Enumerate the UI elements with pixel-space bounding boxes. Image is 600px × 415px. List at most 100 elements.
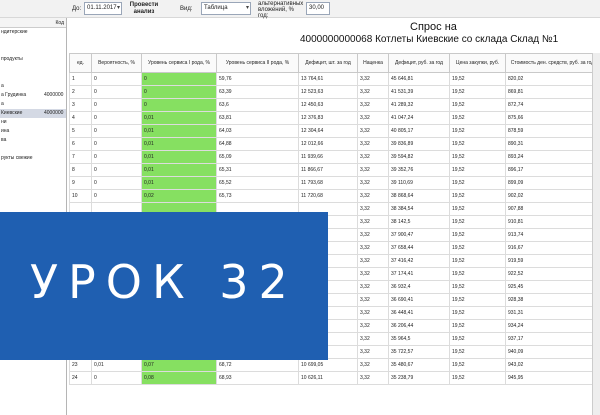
tree-item-label: ндитерские	[1, 29, 28, 35]
table-cell: 893,24	[505, 150, 600, 164]
date-field[interactable]: 01.11.2017 ▾	[84, 2, 122, 15]
table-cell: 0	[91, 98, 142, 112]
table-row[interactable]: 23 0,01 0,07 68,72 10 699,05 3,32 35 480,67 19,…	[69, 358, 600, 372]
tree-item[interactable]: а Грудинка 4000000	[0, 91, 66, 100]
table-cell: 37 416,42	[388, 254, 450, 268]
tree-item[interactable]	[0, 73, 66, 82]
table-cell: 0,01	[91, 358, 142, 372]
table-cell: 0	[91, 176, 142, 190]
tree-item-label: ни	[1, 119, 7, 125]
table-cell: 913,74	[505, 228, 600, 242]
tree-item[interactable]: рукты свежие	[0, 154, 66, 163]
tree-item-label: а	[1, 101, 4, 107]
run-analysis-button[interactable]: Провести анализ	[128, 2, 160, 16]
table-cell: 3,32	[357, 241, 389, 255]
column-header[interactable]: Вероятность, %	[91, 53, 142, 73]
tree-item[interactable]	[0, 37, 66, 46]
table-cell: 36 932,4	[388, 280, 450, 294]
table-cell: 65,31	[216, 163, 299, 177]
table-row[interactable]: 24 0 0,08 68,93 10 626,11 3,32 35 238,79 19,52 9…	[69, 371, 600, 385]
table-cell: 19,52	[449, 176, 506, 190]
table-cell: 12 376,83	[298, 111, 358, 125]
table-cell: 3,32	[357, 358, 389, 372]
table-row[interactable]: 6 0 0,01 64,88 12 012,66 3,32 39 836,89 19,52 89…	[69, 137, 600, 151]
table-row[interactable]: 5 0 0,01 64,03 12 304,64 3,32 40 805,17 19,52 87…	[69, 124, 600, 138]
table-cell: 12 450,63	[298, 98, 358, 112]
table-cell: 3,32	[357, 72, 389, 86]
table-header-row: ед. Вероятность, % Уровень сервиса I рода,…	[69, 53, 600, 73]
column-header[interactable]: ед.	[69, 53, 92, 73]
tree-item[interactable]: ина	[0, 127, 66, 136]
table-cell: 36 690,41	[388, 293, 450, 307]
table-cell: 39 594,82	[388, 150, 450, 164]
table-cell: 6	[69, 137, 92, 151]
table-row[interactable]: 4 0 0,01 63,81 12 376,83 3,32 41 047,24 19,52 87…	[69, 111, 600, 125]
table-row[interactable]: 2 0 0 63,39 12 523,63 3,32 41 531,39 19,52 869,8…	[69, 85, 600, 99]
table-cell: 937,17	[505, 332, 600, 346]
vertical-scrollbar[interactable]	[592, 53, 600, 415]
alt-rate-input[interactable]: 30,00	[306, 2, 330, 15]
tree-item[interactable]: ндитерские	[0, 28, 66, 37]
table-cell: 19,52	[449, 319, 506, 333]
column-header[interactable]: Стоимость ден. средств, руб. за год	[505, 53, 600, 73]
table-cell: 0,01	[141, 137, 217, 151]
tree-item[interactable]: ни	[0, 118, 66, 127]
table-cell: 907,88	[505, 202, 600, 216]
tree-item[interactable]	[0, 145, 66, 154]
tree-list: ндитерские продукты а а Грудинка 4000000 а Кие…	[0, 28, 66, 163]
table-cell: 0	[91, 189, 142, 203]
table-cell: 19,52	[449, 111, 506, 125]
table-cell: 39 352,76	[388, 163, 450, 177]
table-row[interactable]: 8 0 0,01 65,31 11 866,67 3,32 39 352,76 19,52 89…	[69, 163, 600, 177]
tree-item[interactable]: а	[0, 82, 66, 91]
table-cell: 12 304,64	[298, 124, 358, 138]
table-cell: 63,6	[216, 98, 299, 112]
table-cell: 940,09	[505, 345, 600, 359]
table-cell: 902,02	[505, 189, 600, 203]
chevron-down-icon[interactable]: ▾	[117, 3, 120, 14]
tree-item-label: продукты	[1, 56, 23, 62]
table-cell: 19,52	[449, 306, 506, 320]
table-row[interactable]: 3 0 0 63,6 12 450,63 3,32 41 289,32 19,52 872,74	[69, 98, 600, 112]
table-cell: 38 142,5	[388, 215, 450, 229]
table-cell: 38 384,54	[388, 202, 450, 216]
table-cell: 3,32	[357, 254, 389, 268]
column-header[interactable]: Наценка	[357, 53, 389, 73]
table-row[interactable]: 1 0 0 59,76 13 764,61 3,32 45 646,81 19,52 820,0…	[69, 72, 600, 86]
table-cell: 19,52	[449, 280, 506, 294]
tree-item[interactable]: ва	[0, 136, 66, 145]
table-cell: 0,08	[141, 371, 217, 385]
table-cell: 19,52	[449, 332, 506, 346]
tree-item[interactable]: Киевские 4000000	[0, 109, 66, 118]
table-cell: 37 658,44	[388, 241, 450, 255]
tree-item[interactable]	[0, 46, 66, 55]
table-cell: 41 289,32	[388, 98, 450, 112]
tree-item[interactable]	[0, 64, 66, 73]
column-header[interactable]: Цена закупки, руб.	[449, 53, 506, 73]
table-cell: 0,01	[141, 176, 217, 190]
tree-item-label: рукты свежие	[1, 155, 33, 161]
table-cell: 3,32	[357, 163, 389, 177]
column-header[interactable]: Дефицит, шт. за год	[298, 53, 358, 73]
table-cell: 890,31	[505, 137, 600, 151]
table-row[interactable]: 9 0 0,01 65,52 11 793,68 3,32 39 110,69 19,52 89…	[69, 176, 600, 190]
table-cell: 0,01	[141, 163, 217, 177]
table-row[interactable]: 7 0 0,01 65,09 11 939,66 3,32 39 594,82 19,52 89…	[69, 150, 600, 164]
chevron-down-icon[interactable]: ▾	[246, 3, 249, 14]
table-cell: 4	[69, 111, 92, 125]
table-cell: 3,32	[357, 202, 389, 216]
column-header[interactable]: Уровень сервиса I рода, %	[141, 53, 217, 73]
table-cell: 39 110,69	[388, 176, 450, 190]
tree-item[interactable]: продукты	[0, 55, 66, 64]
table-cell: 23	[69, 358, 92, 372]
table-row[interactable]: 10 0 0,02 65,73 11 720,68 3,32 38 868,64 19,52 9…	[69, 189, 600, 203]
column-header[interactable]: Дефицит, руб. за год	[388, 53, 450, 73]
table-cell: 9	[69, 176, 92, 190]
table-cell: 878,59	[505, 124, 600, 138]
column-header[interactable]: Уровень сервиса II рода, %	[216, 53, 299, 73]
table-cell: 0	[141, 72, 217, 86]
view-select[interactable]: Таблица ▾	[201, 2, 251, 15]
tree-item[interactable]: а	[0, 100, 66, 109]
table-cell: 63,39	[216, 85, 299, 99]
table-cell: 65,73	[216, 189, 299, 203]
